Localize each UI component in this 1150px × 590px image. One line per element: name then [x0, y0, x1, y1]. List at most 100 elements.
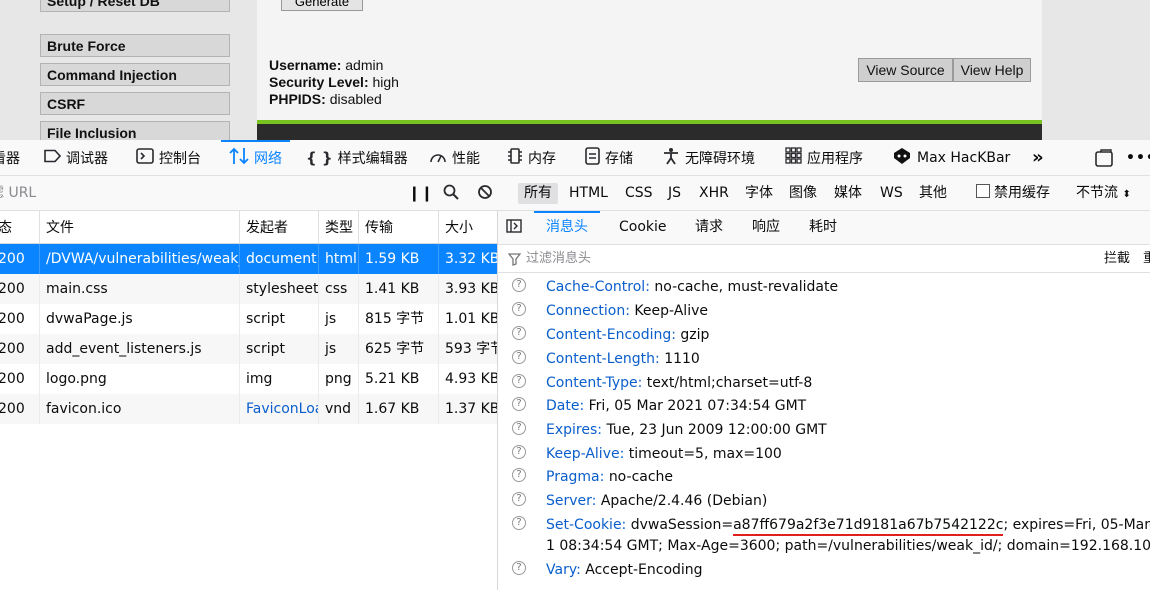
tab-storage[interactable]: 存储 [585, 140, 633, 175]
menu-setup-reset-db[interactable]: Setup / Reset DB [40, 0, 230, 12]
tab-accessibility[interactable]: 无障碍环境 [662, 140, 755, 175]
tab-performance[interactable]: 性能 [429, 140, 480, 175]
size-cell: 4.93 KB [445, 371, 498, 387]
sidebar-toggle-icon[interactable] [506, 211, 522, 244]
security-level-value: high [372, 74, 399, 90]
status-cell: 200 [0, 364, 40, 394]
filter-js[interactable]: JS [668, 176, 681, 210]
storage-icon [585, 146, 600, 169]
tab-console[interactable]: 控制台 [136, 140, 201, 175]
help-icon[interactable]: ? [512, 374, 526, 388]
filter-all[interactable]: 所有 [518, 183, 558, 204]
tab-application[interactable]: 应用程序 [785, 140, 863, 175]
tab-cookies[interactable]: Cookie [619, 211, 667, 244]
column-status[interactable]: 状态 [0, 211, 40, 243]
performance-icon [429, 148, 447, 168]
filter-css[interactable]: CSS [625, 176, 653, 210]
menu-csrf[interactable]: CSRF [40, 92, 230, 115]
dock-side-icon[interactable] [1095, 140, 1113, 175]
web-page-area: Setup / Reset DB Brute Force Command Inj… [0, 0, 1150, 140]
pause-icon[interactable]: ❙❙ [408, 176, 433, 210]
column-transferred[interactable]: 传输 [359, 211, 439, 243]
phpids-label: PHPIDS: [269, 91, 326, 107]
generate-button[interactable]: Generate [281, 0, 363, 11]
request-row[interactable]: 200 logo.png img png 5.21 KB 4.93 KB [0, 364, 498, 394]
help-icon[interactable]: ? [512, 326, 526, 340]
help-icon[interactable]: ? [512, 397, 526, 411]
header-value: timeout=5, max=100 [628, 446, 782, 462]
filter-other[interactable]: 其他 [919, 176, 947, 210]
view-source-button[interactable]: View Source [858, 58, 953, 82]
more-tabs-chevron-icon[interactable]: » [1032, 140, 1044, 175]
transfer-cell: 1.67 KB [359, 394, 439, 424]
accessibility-icon [662, 147, 680, 169]
initiator-cell[interactable]: FaviconLoader [240, 394, 319, 424]
throttle-select[interactable]: 不节流 ⬍ [1076, 176, 1131, 210]
header-value: text/html;charset=utf-8 [646, 375, 813, 391]
header-name: Content-Encoding: [546, 327, 676, 343]
network-toolbar: 过滤 URL ❙❙ 所有 HTML CSS JS XHR 字体 图像 媒体 WS… [0, 176, 1150, 211]
resend-button[interactable]: 重发 [1143, 245, 1150, 273]
filter-xhr[interactable]: XHR [699, 176, 729, 210]
initiator-cell: img [240, 364, 319, 394]
filter-images[interactable]: 图像 [789, 176, 817, 210]
filter-html[interactable]: HTML [569, 176, 608, 210]
help-icon[interactable]: ? [512, 516, 526, 530]
help-icon[interactable]: ? [512, 421, 526, 435]
disable-cache-checkbox[interactable]: 禁用缓存 [976, 176, 1050, 210]
size-cell: 1.37 KB [445, 401, 498, 417]
tab-memory[interactable]: 内存 [507, 140, 556, 175]
header-name: Pragma: [546, 469, 605, 485]
headers-filter-input[interactable]: 过滤消息头 [526, 245, 591, 273]
block-button[interactable]: 拦截 [1104, 245, 1130, 273]
size-cell: 3.32 KB [445, 251, 498, 267]
header-value: Accept-Encoding [585, 562, 703, 578]
view-help-button[interactable]: View Help [953, 58, 1031, 82]
file-cell: main.css [40, 274, 240, 304]
request-row[interactable]: 200 /DVWA/vulnerabilities/weak_id/ docum… [0, 244, 498, 274]
transfer-cell: 1.59 KB [359, 244, 439, 274]
tab-inspector[interactable]: 查看器 [0, 140, 20, 175]
help-icon[interactable]: ? [512, 350, 526, 364]
filter-ws[interactable]: WS [880, 176, 903, 210]
status-cell: 200 [0, 304, 40, 334]
help-icon[interactable]: ? [512, 445, 526, 459]
tab-network-label: 网络 [254, 150, 282, 167]
more-options-icon[interactable]: ••• [1126, 140, 1150, 175]
tab-request[interactable]: 请求 [695, 211, 723, 244]
help-icon[interactable]: ? [512, 278, 526, 292]
help-icon[interactable]: ? [512, 561, 526, 575]
transfer-cell: 815 字节 [359, 304, 439, 334]
request-row[interactable]: 200 favicon.ico FaviconLoader vnd 1.67 K… [0, 394, 498, 424]
dvwa-footer-band [257, 120, 1042, 140]
tab-headers[interactable]: 消息头 [534, 211, 600, 244]
request-row[interactable]: 200 dvwaPage.js script js 815 字节 1.01 KB [0, 304, 497, 334]
set-cookie-value-rest: ; expires=Fri, 05-Mar-202 [1003, 517, 1150, 533]
menu-file-inclusion[interactable]: File Inclusion [40, 121, 230, 140]
help-icon[interactable]: ? [512, 302, 526, 316]
search-icon[interactable] [443, 176, 459, 210]
filter-media[interactable]: 媒体 [834, 176, 862, 210]
column-size[interactable]: 大小 [439, 211, 497, 243]
help-icon[interactable]: ? [512, 468, 526, 482]
tab-console-label: 控制台 [159, 150, 201, 167]
request-row[interactable]: 200 add_event_listeners.js script js 625… [0, 334, 497, 364]
menu-command-injection[interactable]: Command Injection [40, 63, 230, 86]
column-file[interactable]: 文件 [40, 211, 240, 243]
tab-response[interactable]: 响应 [752, 211, 780, 244]
tab-max-hackbar[interactable]: Max HacKBar [892, 140, 1010, 175]
clear-icon[interactable] [477, 176, 493, 210]
header-value: no-cache, must-revalidate [654, 279, 839, 295]
request-row[interactable]: 200 main.css stylesheet css 1.41 KB 3.93… [0, 274, 497, 304]
url-filter-input[interactable]: 过滤 URL [0, 176, 36, 210]
tab-style-editor[interactable]: { } 样式编辑器 [306, 140, 408, 175]
menu-brute-force[interactable]: Brute Force [40, 34, 230, 57]
column-initiator[interactable]: 发起者 [240, 211, 319, 243]
tab-timings[interactable]: 耗时 [809, 211, 837, 244]
filter-fonts[interactable]: 字体 [745, 176, 773, 210]
help-icon[interactable]: ? [512, 492, 526, 506]
tab-debugger[interactable]: 调试器 [44, 140, 108, 175]
tab-network[interactable]: 网络 [221, 140, 290, 175]
request-list: 状态 文件 发起者 类型 传输 大小 200 /DVWA/vulnerabili… [0, 211, 498, 590]
column-type[interactable]: 类型 [319, 211, 359, 243]
